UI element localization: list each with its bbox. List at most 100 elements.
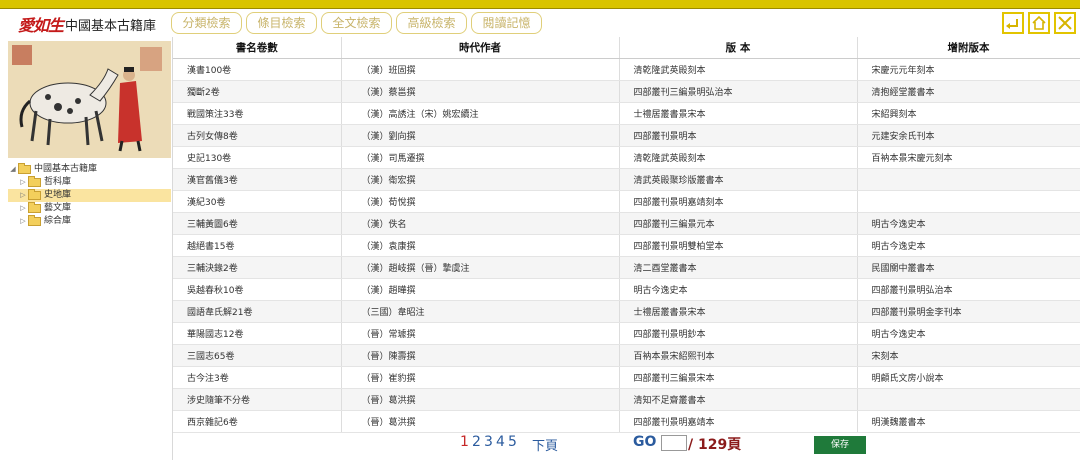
table-row[interactable]: 獨斷2卷 （漢）蔡邕撰 四部叢刊三編景明弘治本 清抱經堂叢書本 bbox=[173, 80, 1080, 103]
sidebar: ◢ 中國基本古籍庫 ▷ 哲科庫 ▷ 史地庫 ▷ 藝文庫 ▷ 綜合庫 bbox=[0, 37, 173, 460]
cell-title[interactable]: 西京雜記6卷 bbox=[173, 410, 342, 433]
table-row[interactable]: 涉史隨筆不分卷 （晉）葛洪撰 清知不足齋叢書本 bbox=[173, 388, 1080, 411]
tree-item-history[interactable]: ▷ 史地庫 bbox=[8, 189, 171, 202]
tree-item-literature[interactable]: ▷ 藝文庫 bbox=[8, 202, 171, 215]
table-row[interactable]: 戰國策注33卷 （漢）高誘注（宋）姚宏續注 士禮居叢書景宋本 宋紹興刻本 bbox=[173, 102, 1080, 125]
cell-title[interactable]: 三輔決錄2卷 bbox=[173, 256, 342, 279]
cell-author: （漢）趙曄撰 bbox=[341, 278, 620, 301]
cell-author: （晉）陳壽撰 bbox=[341, 344, 620, 367]
results-table: 書名卷數 時代作者 版 本 增附版本 漢書100卷 （漢）班固撰 清乾隆武英殿刻本宋… bbox=[173, 37, 1080, 433]
sidebar-painting-image bbox=[8, 41, 171, 158]
cell-title[interactable]: 史記130卷 bbox=[173, 146, 342, 169]
cell-extra-edition: 百衲本景宋慶元刻本 bbox=[857, 146, 1080, 169]
cell-extra-edition: 宋慶元元年刻本 bbox=[857, 58, 1080, 81]
tree-item-label: 史地庫 bbox=[44, 190, 72, 200]
tree-item-comprehensive[interactable]: ▷ 綜合庫 bbox=[8, 215, 171, 228]
cell-title[interactable]: 漢紀30卷 bbox=[173, 190, 342, 213]
page-link-1[interactable]: 1 bbox=[460, 434, 469, 450]
cell-title[interactable]: 古今注3卷 bbox=[173, 366, 342, 389]
cell-author: （晉）常璩撰 bbox=[341, 322, 620, 345]
expand-icon[interactable]: ▷ bbox=[18, 215, 28, 228]
pagination: 1 2 3 4 5 下頁 GO / 129頁 保存 bbox=[173, 432, 1080, 460]
cell-author: （漢）佚名 bbox=[341, 212, 620, 235]
page-link-3[interactable]: 3 bbox=[484, 434, 493, 450]
cell-extra-edition bbox=[857, 168, 1080, 191]
home-icon[interactable] bbox=[1028, 12, 1050, 34]
go-label: GO bbox=[633, 434, 657, 450]
nav-reading-memory[interactable]: 閱讀記憶 bbox=[471, 12, 542, 34]
cell-title[interactable]: 吳越春秋10卷 bbox=[173, 278, 342, 301]
cell-edition: 百衲本景宋紹熙刊本 bbox=[619, 344, 858, 367]
folder-icon bbox=[28, 189, 41, 200]
table-row[interactable]: 西京雜記6卷 （晉）葛洪撰 四部叢刊景明嘉靖本 明漢魏叢書本 bbox=[173, 410, 1080, 433]
table-row[interactable]: 華陽國志12卷 （晉）常璩撰 四部叢刊景明鈔本 明古今逸史本 bbox=[173, 322, 1080, 345]
column-header-title[interactable]: 書名卷數 bbox=[173, 37, 342, 59]
go-page-input[interactable] bbox=[661, 435, 687, 451]
cell-title[interactable]: 涉史隨筆不分卷 bbox=[173, 388, 342, 411]
table-row[interactable]: 吳越春秋10卷 （漢）趙曄撰 明古今逸史本 四部叢刊景明弘治本 bbox=[173, 278, 1080, 301]
nav-entry-search[interactable]: 條目檢索 bbox=[246, 12, 317, 34]
column-header-author[interactable]: 時代作者 bbox=[341, 37, 620, 59]
collapse-icon[interactable]: ◢ bbox=[8, 163, 18, 176]
table-row[interactable]: 三國志65卷 （晉）陳壽撰 百衲本景宋紹熙刊本 宋刻本 bbox=[173, 344, 1080, 367]
cell-title[interactable]: 戰國策注33卷 bbox=[173, 102, 342, 125]
cell-author: （漢）司馬遷撰 bbox=[341, 146, 620, 169]
folder-open-icon bbox=[18, 163, 31, 174]
cell-title[interactable]: 獨斷2卷 bbox=[173, 80, 342, 103]
cell-extra-edition: 民國關中叢書本 bbox=[857, 256, 1080, 279]
cell-extra-edition: 明古今逸史本 bbox=[857, 322, 1080, 345]
cell-extra-edition: 元建安余氏刊本 bbox=[857, 124, 1080, 147]
cell-author: （晉）葛洪撰 bbox=[341, 388, 620, 411]
page-link-5[interactable]: 5 bbox=[508, 434, 517, 450]
cell-edition: 四部叢刊景明本 bbox=[619, 124, 858, 147]
cell-extra-edition bbox=[857, 190, 1080, 213]
cell-author: （三國）韋昭注 bbox=[341, 300, 620, 323]
cell-edition: 四部叢刊景明嘉靖刻本 bbox=[619, 190, 858, 213]
close-icon[interactable] bbox=[1054, 12, 1076, 34]
expand-icon[interactable]: ▷ bbox=[18, 176, 28, 189]
table-row[interactable]: 漢書100卷 （漢）班固撰 清乾隆武英殿刻本 宋慶元元年刻本 bbox=[173, 58, 1080, 81]
cell-author: （漢）班固撰 bbox=[341, 58, 620, 81]
cell-title[interactable]: 漢官舊儀3卷 bbox=[173, 168, 342, 191]
next-page-link[interactable]: 下頁 bbox=[532, 435, 558, 454]
cell-title[interactable]: 國語韋氏解21卷 bbox=[173, 300, 342, 323]
table-row[interactable]: 國語韋氏解21卷 （三國）韋昭注 士禮居叢書景宋本 四部叢刊景明金李刊本 bbox=[173, 300, 1080, 323]
cell-edition: 清乾隆武英殿刻本 bbox=[619, 146, 858, 169]
table-row[interactable]: 漢官舊儀3卷 （漢）衛宏撰 清武英殿聚珍版叢書本 bbox=[173, 168, 1080, 191]
page-link-4[interactable]: 4 bbox=[496, 434, 505, 450]
cell-extra-edition: 宋紹興刻本 bbox=[857, 102, 1080, 125]
expand-icon[interactable]: ▷ bbox=[18, 189, 28, 202]
back-icon[interactable] bbox=[1002, 12, 1024, 34]
table-row[interactable]: 三輔決錄2卷 （漢）趙岐撰（晉）摯虞注 清二酉堂叢書本 民國關中叢書本 bbox=[173, 256, 1080, 279]
nav-category-search[interactable]: 分類檢索 bbox=[171, 12, 242, 34]
table-row[interactable]: 古列女傳8卷 （漢）劉向撰 四部叢刊景明本 元建安余氏刊本 bbox=[173, 124, 1080, 147]
table-row[interactable]: 漢紀30卷 （漢）荀悅撰 四部叢刊景明嘉靖刻本 bbox=[173, 190, 1080, 213]
table-row[interactable]: 史記130卷 （漢）司馬遷撰 清乾隆武英殿刻本 百衲本景宋慶元刻本 bbox=[173, 146, 1080, 169]
table-row[interactable]: 三輔黃圖6卷 （漢）佚名 四部叢刊三編景元本 明古今逸史本 bbox=[173, 212, 1080, 235]
cell-author: （漢）劉向撰 bbox=[341, 124, 620, 147]
tree-item-root[interactable]: ◢ 中國基本古籍庫 bbox=[8, 163, 171, 176]
page-link-2[interactable]: 2 bbox=[472, 434, 481, 450]
app-title: 中國基本古籍庫 bbox=[65, 18, 157, 34]
expand-icon[interactable]: ▷ bbox=[18, 202, 28, 215]
table-row[interactable]: 古今注3卷 （晉）崔豹撰 四部叢刊三編景宋本 明顧氏文房小說本 bbox=[173, 366, 1080, 389]
cell-extra-edition bbox=[857, 388, 1080, 411]
table-row[interactable]: 越絕書15卷 （漢）袁康撰 四部叢刊景明雙柏堂本 明古今逸史本 bbox=[173, 234, 1080, 257]
cell-title[interactable]: 三國志65卷 bbox=[173, 344, 342, 367]
cell-extra-edition: 四部叢刊景明弘治本 bbox=[857, 278, 1080, 301]
nav-advanced-search[interactable]: 高級檢索 bbox=[396, 12, 467, 34]
cell-title[interactable]: 華陽國志12卷 bbox=[173, 322, 342, 345]
nav-fulltext-search[interactable]: 全文檢索 bbox=[321, 12, 392, 34]
cell-extra-edition: 明古今逸史本 bbox=[857, 212, 1080, 235]
tree-item-philosophy[interactable]: ▷ 哲科庫 bbox=[8, 176, 171, 189]
column-header-extra-edition[interactable]: 增附版本 bbox=[857, 37, 1080, 59]
column-header-edition[interactable]: 版 本 bbox=[619, 37, 858, 59]
cell-author: （漢）蔡邕撰 bbox=[341, 80, 620, 103]
cell-title[interactable]: 漢書100卷 bbox=[173, 58, 342, 81]
cell-title[interactable]: 越絕書15卷 bbox=[173, 234, 342, 257]
cell-title[interactable]: 古列女傳8卷 bbox=[173, 124, 342, 147]
cell-title[interactable]: 三輔黃圖6卷 bbox=[173, 212, 342, 235]
cell-author: （漢）趙岐撰（晉）摯虞注 bbox=[341, 256, 620, 279]
results-panel: 書名卷數 時代作者 版 本 增附版本 漢書100卷 （漢）班固撰 清乾隆武英殿刻本宋… bbox=[173, 37, 1080, 433]
save-button[interactable]: 保存 bbox=[814, 436, 866, 454]
